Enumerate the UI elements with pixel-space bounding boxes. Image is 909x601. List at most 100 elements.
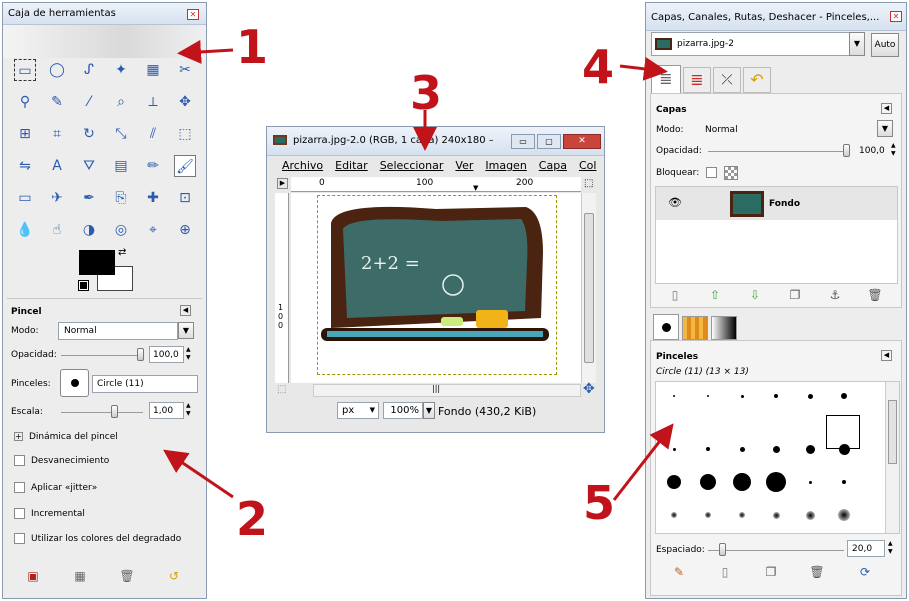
dock-titlebar[interactable]: Capas, Canales, Rutas, Deshacer - Pincel…	[646, 3, 906, 31]
layers-opacity-value[interactable]: 100,0	[859, 146, 885, 156]
menu-item[interactable]: Editar	[335, 159, 368, 172]
tool-align-icon[interactable]: ⊞	[14, 123, 36, 145]
brush-preview-button[interactable]	[60, 369, 89, 397]
horizontal-scrollbar[interactable]: |||	[313, 384, 581, 397]
anchor-layer-icon[interactable]: ⚓	[827, 288, 843, 302]
layer-name[interactable]: Fondo	[769, 199, 800, 209]
tool-scissors-icon[interactable]: ✂	[174, 59, 196, 81]
layers-mode-dropdown-icon[interactable]: ▼	[877, 120, 893, 137]
menu-item[interactable]: Col	[579, 159, 596, 172]
brush-grid-scrollbar[interactable]	[885, 382, 899, 533]
tool-perspective-clone-icon[interactable]: ⊡	[174, 187, 196, 209]
toolbox-close-button[interactable]: ✕	[187, 9, 199, 20]
jitter-checkbox[interactable]	[14, 482, 25, 493]
layers-menu-icon[interactable]: ◀	[881, 103, 892, 114]
image-selector[interactable]: pizarra.jpg-2	[651, 32, 854, 56]
tool-flip-icon[interactable]: ⇋	[14, 155, 36, 177]
tool-text-icon[interactable]: A	[46, 155, 68, 177]
tool-paintbrush-icon[interactable]: 🖌	[174, 155, 196, 177]
tool-measure-icon[interactable]: ⟂	[142, 91, 164, 113]
reset-options-icon[interactable]: ↺	[166, 569, 182, 583]
layer-row[interactable]: 👁 Fondo	[656, 187, 897, 220]
tool-foreground-select-icon[interactable]: ⚲	[14, 91, 36, 113]
mode-select[interactable]: Normal	[58, 322, 178, 340]
brush-preset[interactable]	[672, 447, 676, 451]
brush-name-field[interactable]: Circle (11)	[92, 375, 198, 393]
fg-color-swatch-front[interactable]	[79, 250, 115, 275]
brush-preset[interactable]	[706, 447, 710, 451]
brush-preset[interactable]	[739, 512, 745, 518]
tool-rect-select-icon[interactable]: ▭	[14, 59, 36, 81]
brush-preset[interactable]	[671, 512, 677, 518]
brushes-menu-icon[interactable]: ◀	[881, 350, 892, 361]
lock-pixels-checkbox[interactable]	[706, 167, 717, 178]
brush-grid-scroll-thumb[interactable]	[888, 400, 897, 464]
dynamics-label[interactable]: Dinámica del pincel	[29, 432, 118, 442]
brush-preset[interactable]	[808, 480, 812, 484]
vertical-scrollbar[interactable]	[581, 193, 596, 383]
tool-shear-icon[interactable]: ⫽	[142, 123, 164, 145]
tool-color-picker-icon[interactable]: ⁄	[78, 91, 100, 113]
tool-crop-icon[interactable]: ⌗	[46, 123, 68, 145]
brush-preset[interactable]	[772, 511, 780, 519]
image-titlebar[interactable]: pizarra.jpg-2.0 (RGB, 1 capa) 240x180 –.…	[267, 127, 604, 156]
tab-gradients-icon[interactable]	[711, 316, 737, 340]
tool-clone-icon[interactable]: ⎘	[110, 187, 132, 209]
layers-opacity-spinner-icon[interactable]: ▲ ▼	[891, 142, 896, 158]
brush-preset[interactable]	[772, 445, 780, 453]
brush-preset[interactable]	[733, 473, 751, 491]
tool-lasso-icon[interactable]: ᔑ	[78, 59, 100, 81]
brush-preset[interactable]	[774, 394, 778, 398]
minimize-button[interactable]: ▭	[511, 134, 535, 149]
opacity-slider-track[interactable]	[61, 355, 143, 356]
default-colors-icon[interactable]	[78, 280, 89, 291]
spacing-slider-track[interactable]	[708, 550, 844, 551]
brush-preset[interactable]	[740, 394, 744, 398]
tool-rotate-icon[interactable]: ↻	[78, 123, 100, 145]
brush-preset[interactable]	[842, 480, 846, 484]
brush-preset[interactable]	[739, 446, 745, 452]
tab-channels-icon[interactable]: ≣	[683, 67, 711, 93]
close-window-button[interactable]: ✕	[563, 134, 601, 149]
spacing-spinner-icon[interactable]: ▲ ▼	[888, 540, 893, 556]
duplicate-layer-icon[interactable]: ❐	[787, 288, 803, 302]
opacity-input[interactable]: 100,0	[149, 346, 184, 363]
tool-paths-icon[interactable]: ✎	[46, 91, 68, 113]
zoom-dropdown-icon[interactable]: ▼	[423, 402, 435, 419]
tool-blur-icon[interactable]: 💧	[14, 219, 36, 241]
menu-item[interactable]: Imagen	[485, 159, 526, 172]
lock-alpha-icon[interactable]	[724, 166, 738, 180]
tool-bucket-fill-icon[interactable]: ⛛	[78, 155, 100, 177]
brush-preset[interactable]	[805, 510, 815, 520]
tool-ink-icon[interactable]: ✒	[78, 187, 100, 209]
tool-dodge-burn-icon[interactable]: ◑	[78, 219, 100, 241]
layers-opacity-track[interactable]	[708, 151, 848, 152]
tool-ellipse-select-icon[interactable]: ◯	[46, 59, 68, 81]
vertical-scroll-thumb[interactable]	[584, 213, 594, 363]
duplicate-brush-icon[interactable]: ❐	[763, 565, 779, 579]
menu-item[interactable]: Capa	[539, 159, 567, 172]
tool-warp-icon[interactable]: ⌖	[142, 219, 164, 241]
save-options-icon[interactable]: ▣	[25, 569, 41, 583]
brush-preset[interactable]	[838, 509, 850, 521]
opacity-spinner-icon[interactable]: ▲ ▼	[186, 346, 191, 362]
delete-options-icon[interactable]: 🗑	[119, 569, 135, 583]
toolbox-titlebar[interactable]: Caja de herramientas ✕	[3, 3, 206, 25]
zoom-fit-icon[interactable]: ⬚	[584, 178, 593, 189]
brush-grid[interactable]	[655, 381, 900, 534]
dynamics-expander-icon[interactable]: +	[14, 432, 23, 441]
delete-brush-icon[interactable]: 🗑	[809, 565, 825, 579]
menu-item[interactable]: Ver	[455, 159, 473, 172]
tool-smudge-icon[interactable]: ☝	[46, 219, 68, 241]
menu-item[interactable]: Archivo	[282, 159, 323, 172]
maximize-button[interactable]: ▢	[537, 134, 561, 149]
auto-button[interactable]: Auto	[871, 33, 899, 57]
canvas-area[interactable]: 2+2 =	[291, 193, 581, 383]
tool-pencil-icon[interactable]: ✏	[142, 155, 164, 177]
zoom-input[interactable]: 100%	[383, 402, 423, 419]
tool-scale-icon[interactable]: ⤡	[110, 123, 132, 145]
tool-blend-icon[interactable]: ▤	[110, 155, 132, 177]
tab-patterns-icon[interactable]	[682, 316, 708, 340]
ruler-menu-icon[interactable]: ▶	[277, 178, 288, 189]
layers-opacity-knob[interactable]	[843, 144, 850, 157]
